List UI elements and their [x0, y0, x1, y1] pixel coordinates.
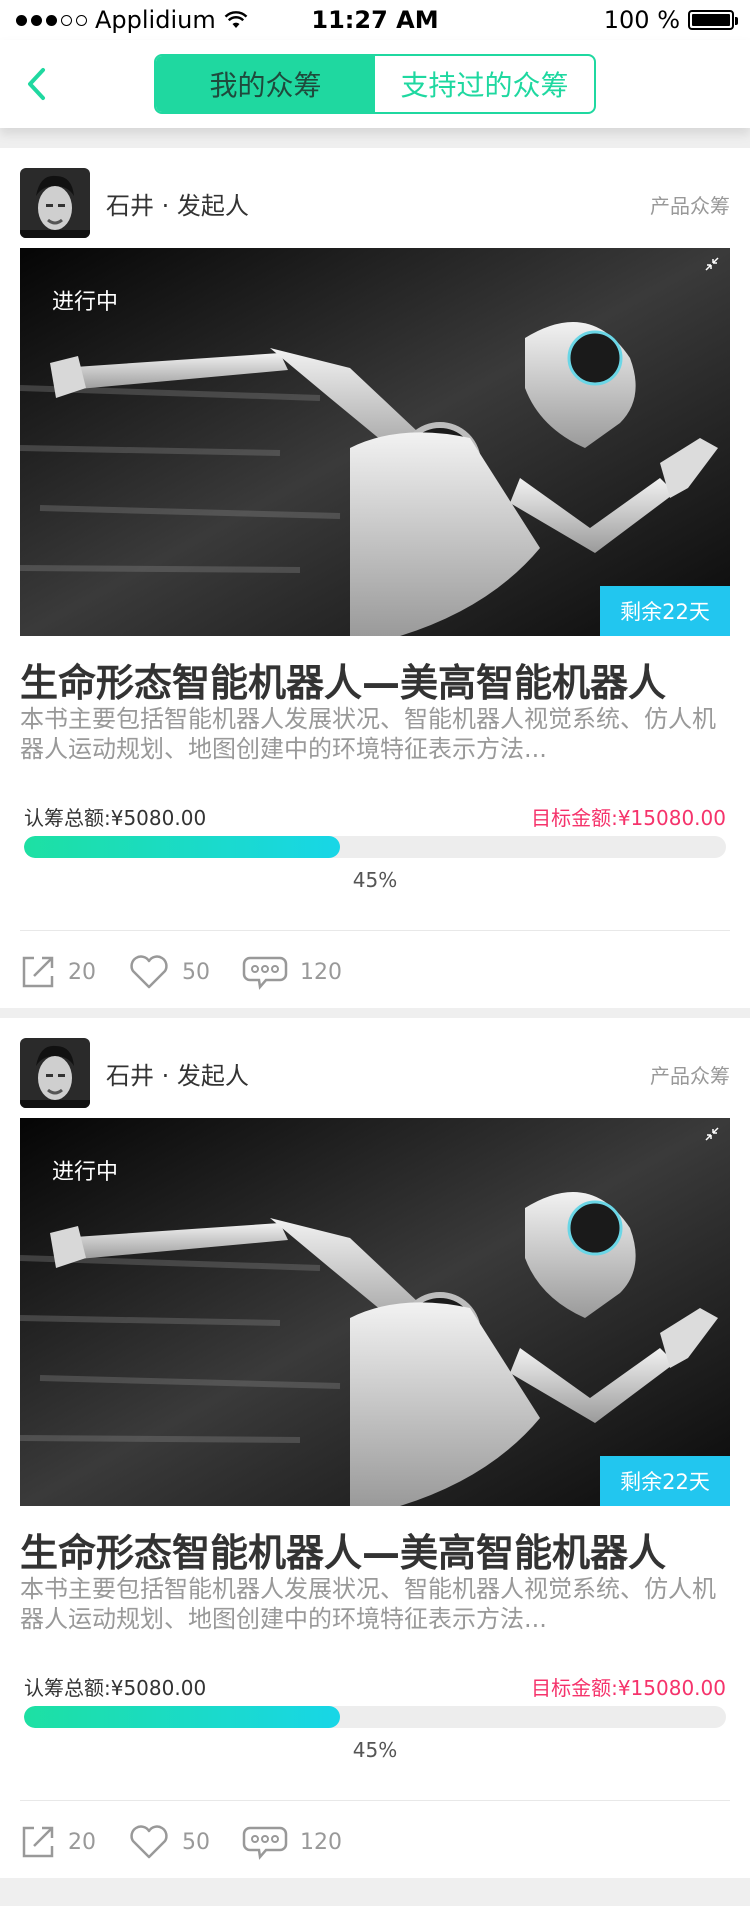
project-title[interactable]: 生命形态智能机器人—美高智能机器人	[20, 1522, 666, 1577]
nav-bar: 我的众筹 支持过的众筹	[0, 40, 750, 128]
funding-progress-bar	[24, 836, 726, 858]
comment-icon	[242, 1826, 288, 1860]
project-cover-image[interactable]: 进行中 剩余22天	[20, 248, 730, 636]
like-button[interactable]: 50	[128, 954, 210, 990]
battery-percent: 100 %	[603, 6, 680, 34]
collapse-icon[interactable]	[704, 256, 720, 272]
signal-strength-icon	[16, 14, 87, 26]
remaining-days-badge: 剩余22天	[600, 1456, 730, 1506]
segmented-control: 我的众筹 支持过的众筹	[154, 54, 596, 114]
share-count: 20	[68, 1829, 96, 1855]
share-button[interactable]: 20	[20, 1824, 96, 1860]
comment-icon	[242, 956, 288, 990]
avatar[interactable]	[20, 1038, 90, 1108]
raised-amount: 认筹总额:¥5080.00	[24, 1676, 207, 1700]
author-label[interactable]: 石井 · 发起人	[106, 1056, 249, 1091]
author-label[interactable]: 石井 · 发起人	[106, 186, 249, 221]
project-card[interactable]: 石井 · 发起人 产品众筹 进行中 剩余22天 生命形态智能机器人—美高智能机器…	[0, 148, 750, 1008]
status-bar: Applidium 11:27 AM 100 %	[0, 0, 750, 40]
raised-amount: 认筹总额:¥5080.00	[24, 806, 207, 830]
clock: 11:27 AM	[311, 6, 439, 34]
progress-percent: 45%	[352, 868, 398, 892]
like-count: 50	[182, 1829, 210, 1855]
project-title[interactable]: 生命形态智能机器人—美高智能机器人	[20, 652, 666, 707]
target-amount: 目标金额:¥15080.00	[531, 1676, 726, 1700]
comment-button[interactable]: 120	[242, 954, 342, 990]
status-right: 100 %	[603, 6, 738, 34]
avatar[interactable]	[20, 168, 90, 238]
project-status-tag: 进行中	[52, 1160, 119, 1185]
funding-progress-fill	[24, 1706, 340, 1728]
project-description: 本书主要包括智能机器人发展状况、智能机器人视觉系统、仿人机器人运动规划、地图创建…	[20, 705, 716, 763]
comment-button[interactable]: 120	[242, 1824, 342, 1860]
project-status-tag: 进行中	[52, 290, 119, 315]
progress-percent: 45%	[352, 1738, 398, 1762]
battery-icon	[688, 10, 738, 30]
like-count: 50	[182, 959, 210, 985]
project-card[interactable]: 石井 · 发起人 产品众筹 进行中 剩余22天 生命形态智能机器人—美高智能机器…	[0, 1018, 750, 1878]
share-count: 20	[68, 959, 96, 985]
action-bar: 20 50 120	[20, 1824, 374, 1860]
status-left: Applidium	[16, 6, 248, 34]
share-icon	[22, 956, 54, 988]
card-header: 石井 · 发起人 产品众筹	[20, 1038, 730, 1108]
wifi-icon	[224, 11, 248, 28]
comment-count: 120	[300, 1829, 342, 1855]
divider	[20, 930, 730, 931]
divider	[20, 1800, 730, 1801]
action-bar: 20 50 120	[20, 954, 374, 990]
category-label: 产品众筹	[650, 1064, 730, 1088]
share-icon	[22, 1826, 54, 1858]
funding-progress-bar	[24, 1706, 726, 1728]
card-header: 石井 · 发起人 产品众筹	[20, 168, 730, 238]
chevron-left-icon	[28, 68, 45, 100]
funding-progress-fill	[24, 836, 340, 858]
category-label: 产品众筹	[650, 194, 730, 218]
tab-supported-crowdfunding[interactable]: 支持过的众筹	[375, 56, 594, 112]
remaining-days-badge: 剩余22天	[600, 586, 730, 636]
like-button[interactable]: 50	[128, 1824, 210, 1860]
back-button[interactable]	[14, 62, 58, 106]
target-amount: 目标金额:¥15080.00	[531, 806, 726, 830]
carrier-name: Applidium	[95, 6, 216, 34]
project-cover-image[interactable]: 进行中 剩余22天	[20, 1118, 730, 1506]
project-description: 本书主要包括智能机器人发展状况、智能机器人视觉系统、仿人机器人运动规划、地图创建…	[20, 1575, 716, 1633]
share-button[interactable]: 20	[20, 954, 96, 990]
tab-my-crowdfunding[interactable]: 我的众筹	[156, 56, 375, 112]
heart-icon	[130, 955, 168, 989]
heart-icon	[130, 1825, 168, 1859]
collapse-icon[interactable]	[704, 1126, 720, 1142]
comment-count: 120	[300, 959, 342, 985]
